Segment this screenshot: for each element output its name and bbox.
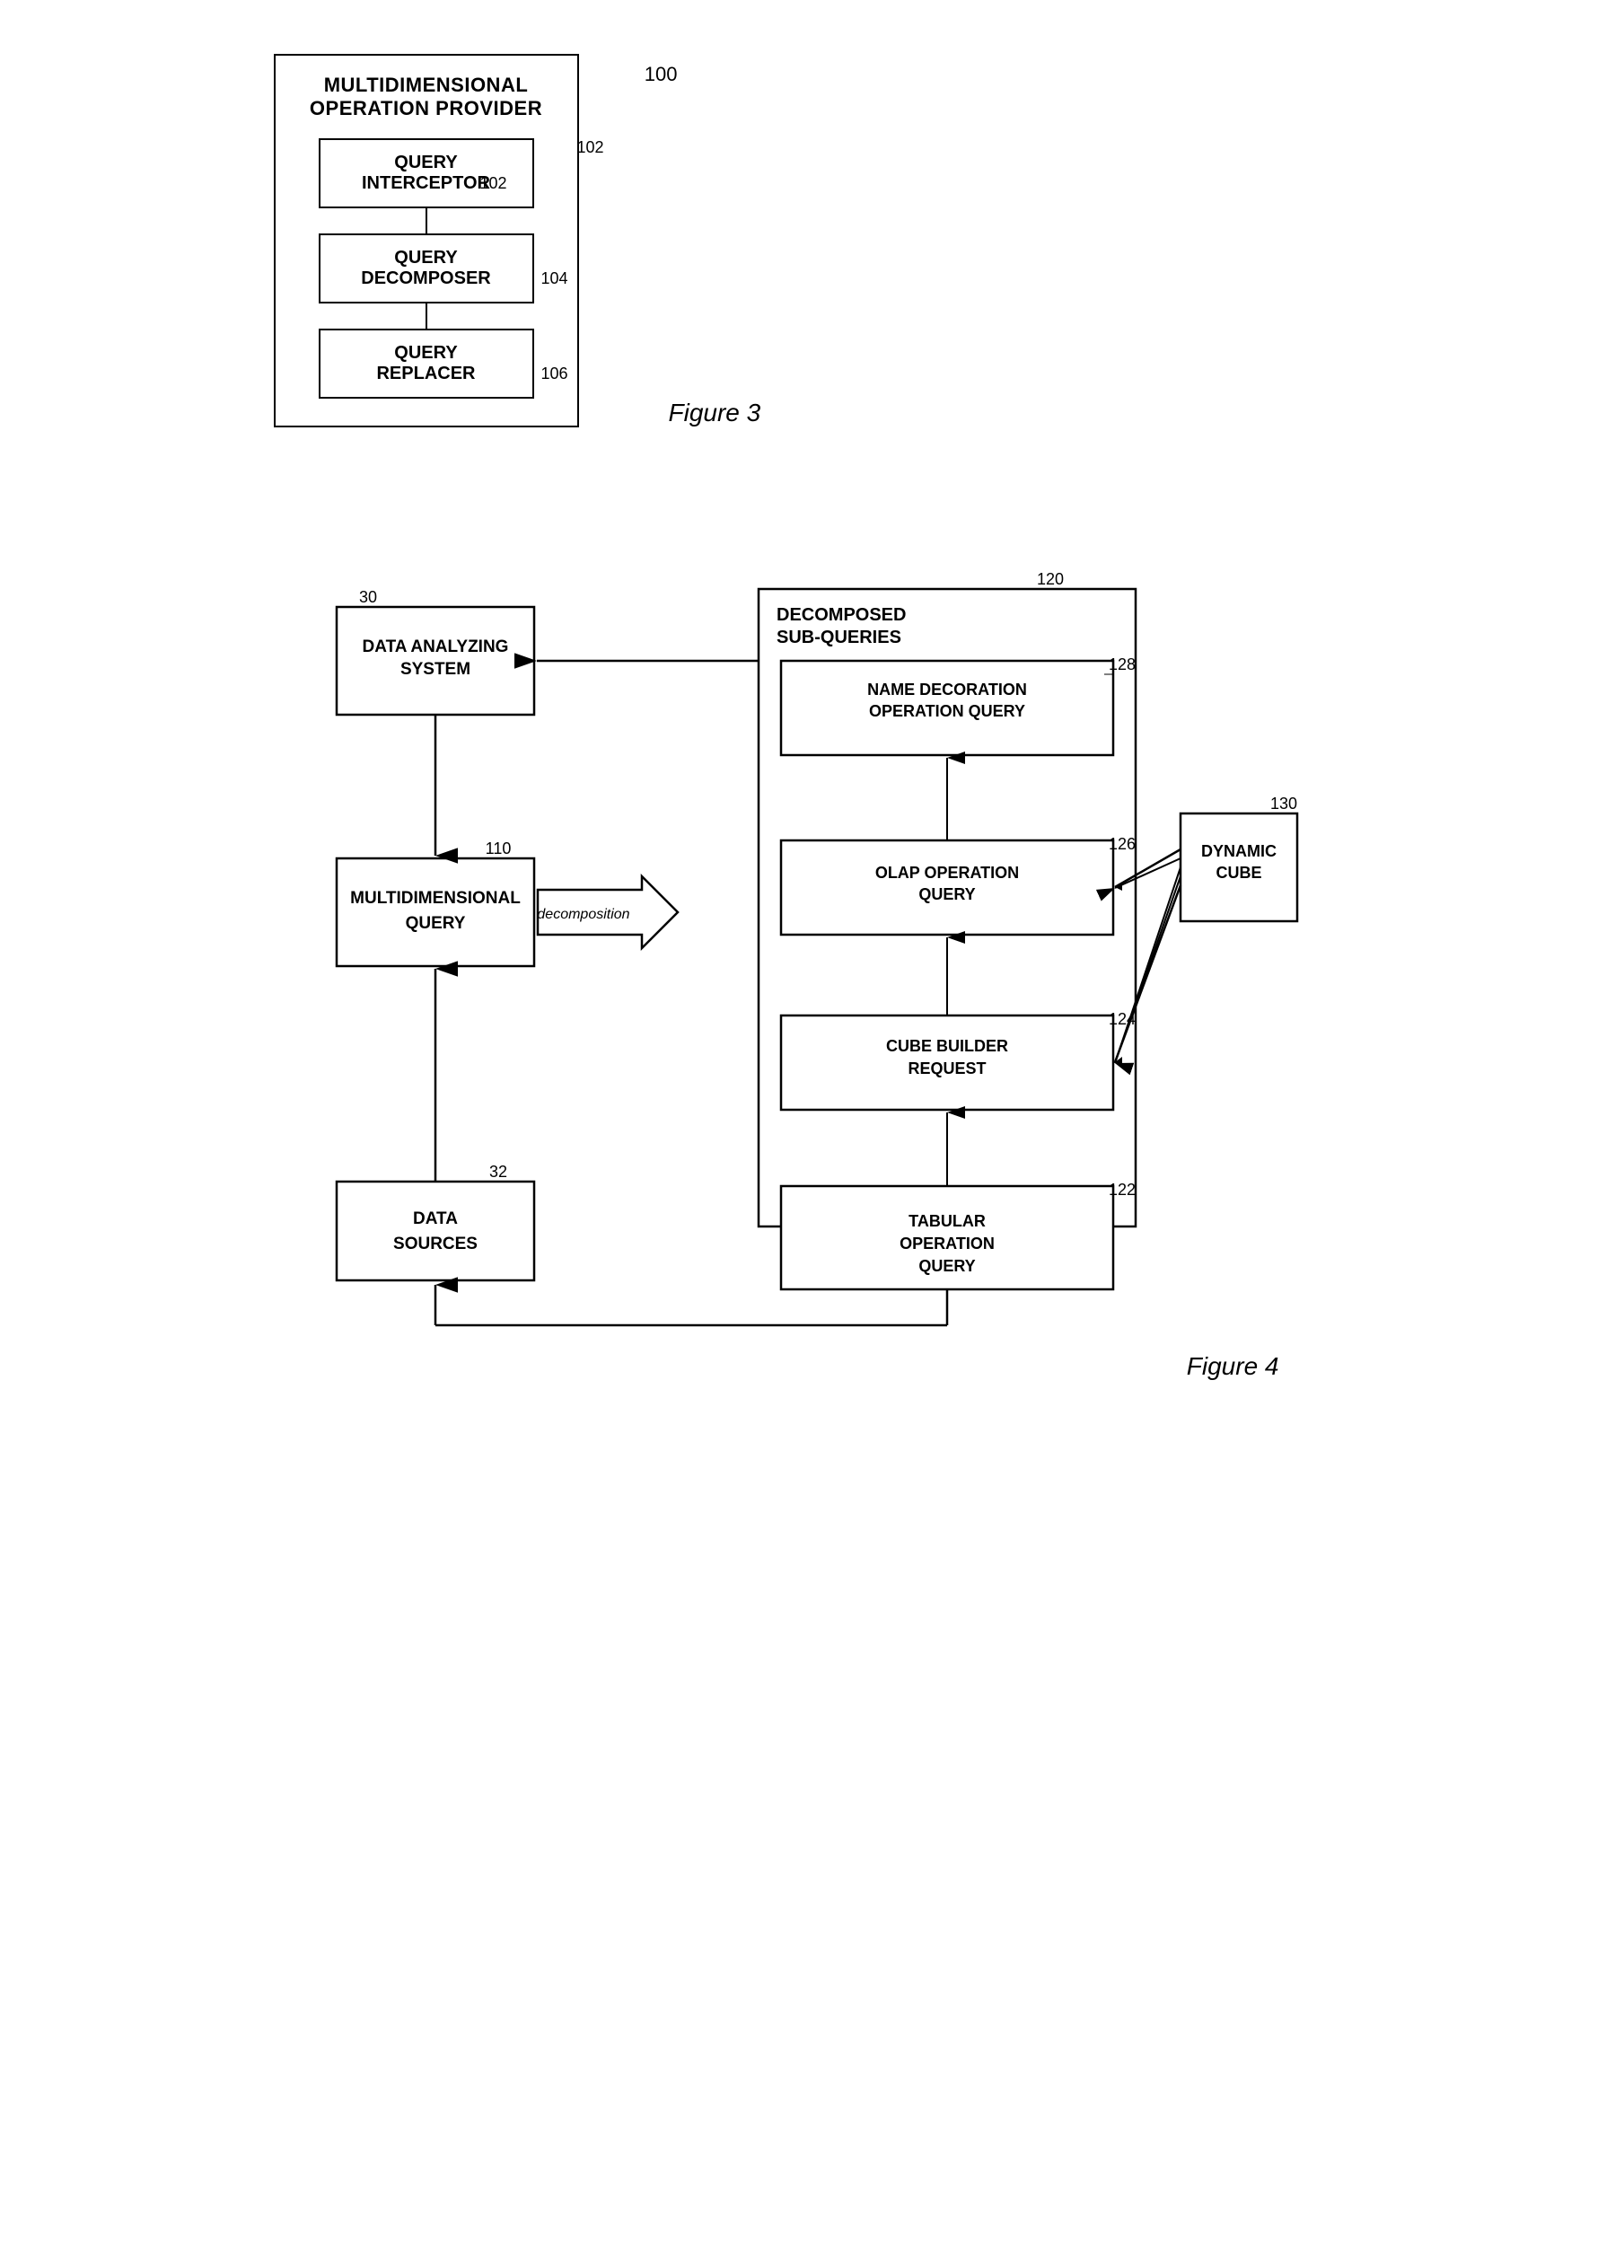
fig4-diagram: DATA ANALYZING SYSTEM 30 MULTIDIMENSIONA…	[319, 517, 1306, 1343]
query-decomposer-box: QUERYDECOMPOSER	[319, 233, 534, 303]
query-replacer-box: QUERYREPLACER	[319, 329, 534, 399]
query-interceptor-box: QUERYINTERCEPTOR	[319, 138, 534, 208]
svg-text:CUBE BUILDER: CUBE BUILDER	[885, 1037, 1007, 1055]
ref-102-label: 102	[479, 174, 506, 193]
svg-text:OLAP OPERATION: OLAP OPERATION	[874, 864, 1018, 882]
svg-text:130: 130	[1270, 795, 1297, 813]
svg-text:122: 122	[1109, 1181, 1136, 1199]
fig3-outer-box: MULTIDIMENSIONALOPERATION PROVIDER QUERY…	[274, 54, 579, 427]
svg-text:TABULAR: TABULAR	[909, 1212, 986, 1230]
fig3-caption: Figure 3	[669, 399, 761, 426]
svg-text:110: 110	[485, 840, 511, 857]
connector-v1	[426, 208, 427, 233]
fig3-outer-title: MULTIDIMENSIONALOPERATION PROVIDER	[310, 74, 542, 120]
svg-text:OPERATION: OPERATION	[900, 1235, 995, 1253]
svg-text:SYSTEM: SYSTEM	[399, 660, 470, 679]
svg-text:126: 126	[1109, 835, 1136, 853]
ref-106-label: 106	[540, 365, 567, 383]
fig3-wrapper: MULTIDIMENSIONALOPERATION PROVIDER QUERY…	[274, 54, 761, 427]
page-container: MULTIDIMENSIONALOPERATION PROVIDER QUERY…	[274, 54, 1351, 1381]
svg-text:QUERY: QUERY	[918, 885, 975, 903]
svg-text:DATA: DATA	[413, 1209, 458, 1228]
ref-100: 100	[645, 63, 678, 86]
svg-text:DATA ANALYZING: DATA ANALYZING	[362, 637, 508, 656]
ref-104-label: 104	[540, 269, 567, 288]
svg-text:32: 32	[488, 1163, 506, 1181]
svg-text:DECOMPOSED: DECOMPOSED	[777, 605, 906, 625]
fig4-caption: Figure 4	[1187, 1352, 1279, 1380]
svg-text:CUBE: CUBE	[1216, 864, 1261, 882]
svg-text:NAME DECORATION: NAME DECORATION	[867, 681, 1027, 699]
svg-text:OPERATION QUERY: OPERATION QUERY	[868, 702, 1024, 720]
svg-text:SUB-QUERIES: SUB-QUERIES	[777, 628, 901, 647]
svg-text:QUERY: QUERY	[918, 1257, 975, 1275]
ref-102: 102	[576, 138, 603, 157]
svg-text:120: 120	[1037, 570, 1064, 588]
figure3-area: MULTIDIMENSIONALOPERATION PROVIDER QUERY…	[274, 54, 1351, 427]
svg-text:128: 128	[1109, 655, 1136, 673]
svg-text:DYNAMIC: DYNAMIC	[1201, 842, 1277, 860]
svg-text:QUERY: QUERY	[405, 914, 465, 933]
svg-text:MULTIDIMENSIONAL: MULTIDIMENSIONAL	[350, 889, 521, 908]
svg-text:SOURCES: SOURCES	[393, 1235, 478, 1253]
svg-text:decomposition: decomposition	[537, 907, 629, 922]
figure4-area: DATA ANALYZING SYSTEM 30 MULTIDIMENSIONA…	[274, 517, 1351, 1381]
svg-text:30: 30	[358, 588, 376, 606]
svg-text:REQUEST: REQUEST	[908, 1059, 986, 1077]
connector-v2	[426, 303, 427, 329]
